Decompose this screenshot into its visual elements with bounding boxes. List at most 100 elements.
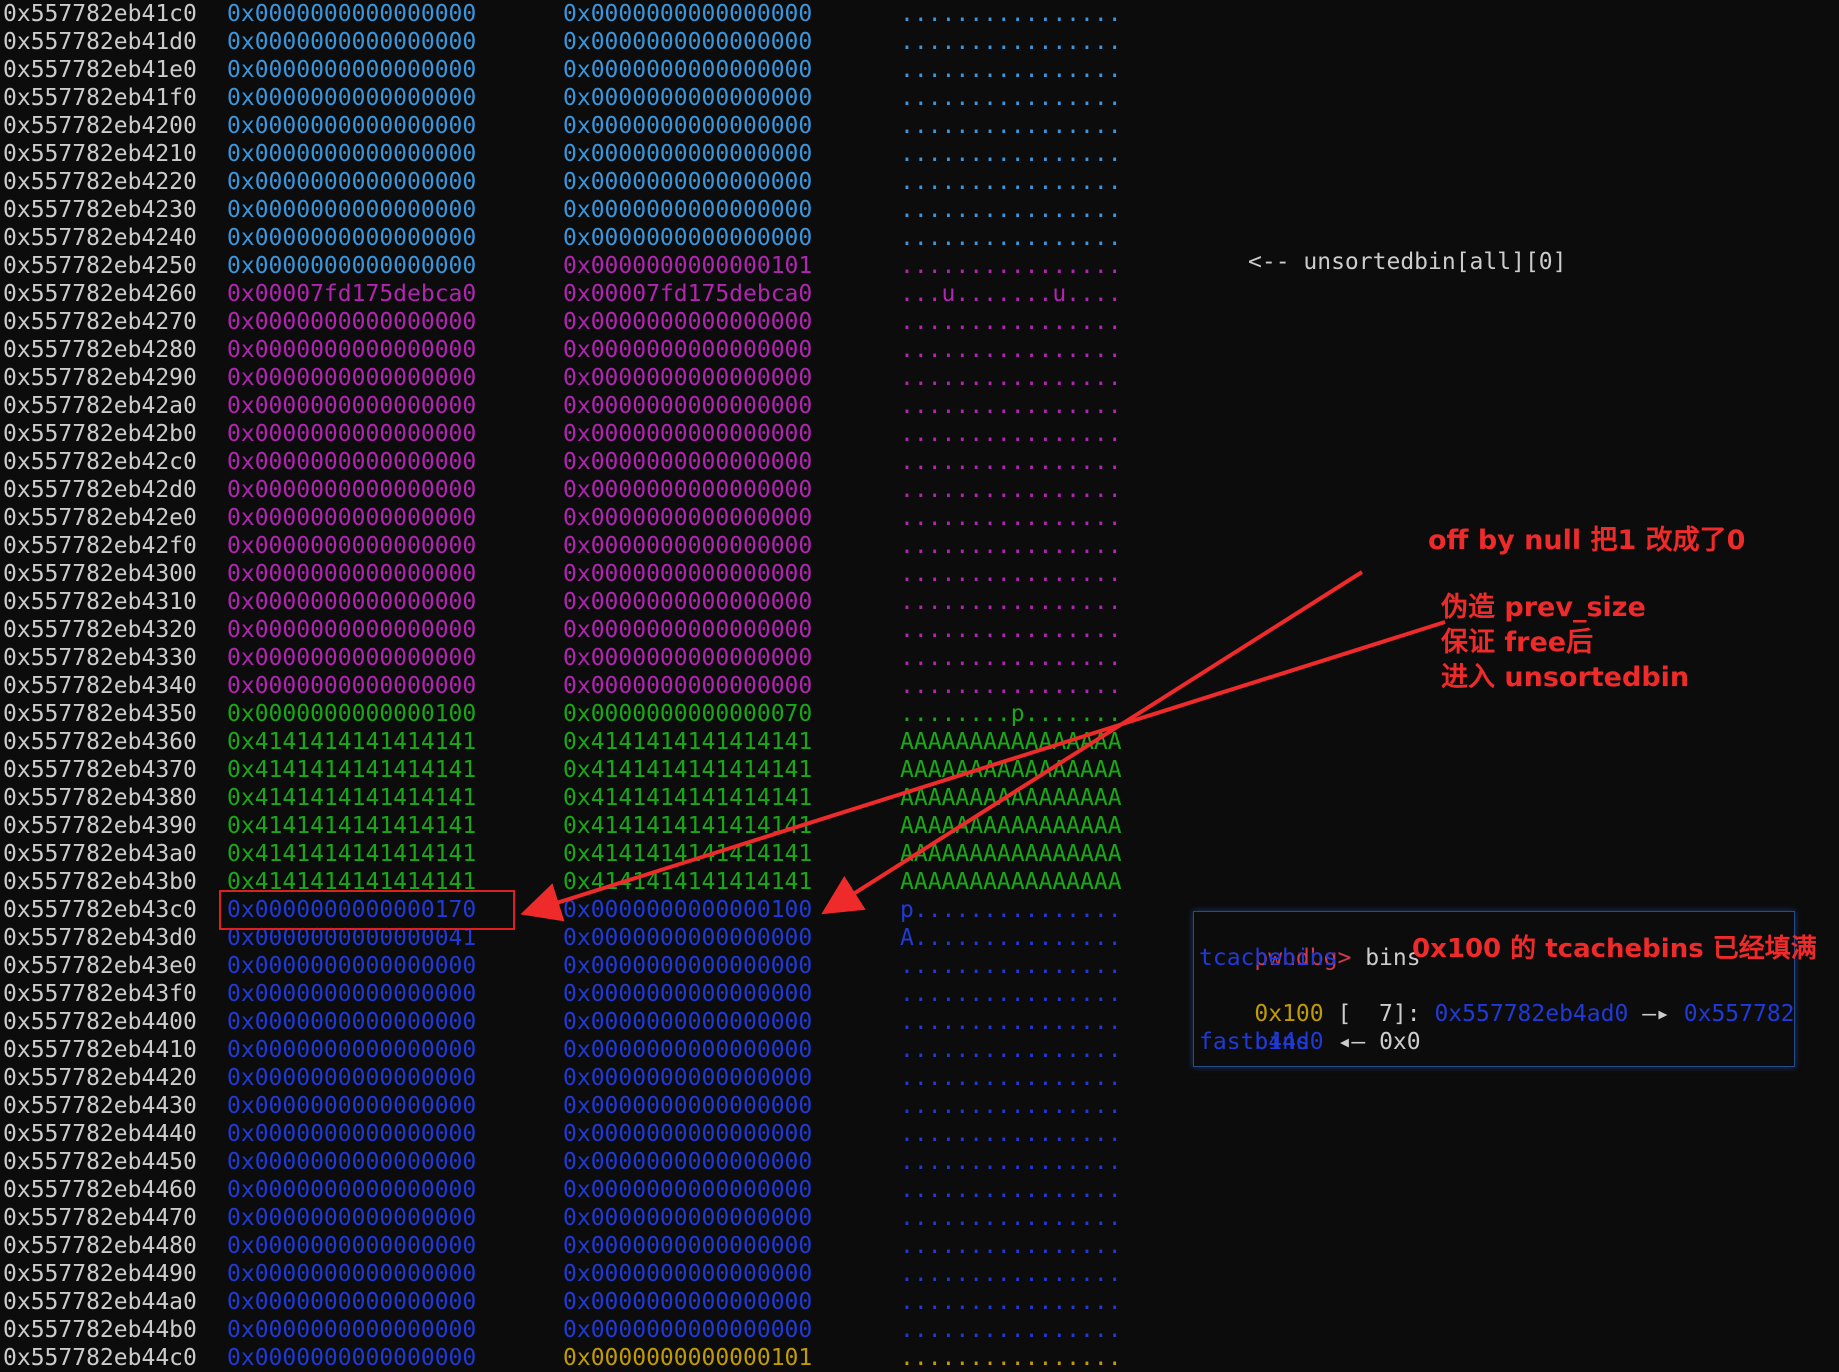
- row-qword-1: 0x0000000000000000: [227, 533, 477, 559]
- row-ascii: ................: [900, 309, 1122, 335]
- row-qword-2: 0x0000000000000000: [563, 1093, 813, 1119]
- row-ascii: ................: [900, 1233, 1122, 1259]
- row-ascii: ................: [900, 981, 1122, 1007]
- annotation-prev-size-line2: 保证 free后: [1441, 627, 1594, 658]
- memory-row: 0x557782eb4280 0x0000000000000000 0x000000…: [0, 336, 1150, 364]
- memory-row: 0x557782eb4330 0x0000000000000000 0x000000…: [0, 644, 1150, 672]
- row-qword-2: 0x0000000000000000: [563, 645, 813, 671]
- row-qword-2: 0x0000000000000000: [563, 1009, 813, 1035]
- memory-row: 0x557782eb43a0 0x4141414141414141 0x414141…: [0, 840, 1150, 868]
- memory-row: 0x557782eb4400 0x0000000000000000 0x000000…: [0, 1008, 1150, 1036]
- row-qword-1: 0x0000000000000000: [227, 253, 477, 279]
- memory-row: 0x557782eb43b0 0x4141414141414141 0x414141…: [0, 868, 1150, 896]
- row-ascii: ................: [900, 197, 1122, 223]
- row-qword-1: 0x0000000000000000: [227, 477, 477, 503]
- memory-row: 0x557782eb41d0 0x0000000000000000 0x000000…: [0, 28, 1150, 56]
- row-address: 0x557782eb42a0: [3, 393, 197, 419]
- row-qword-2: 0x0000000000000100: [563, 897, 813, 923]
- row-qword-2: 0x0000000000000000: [563, 141, 813, 167]
- memory-row: 0x557782eb4220 0x0000000000000000 0x000000…: [0, 168, 1150, 196]
- row-qword-2: 0x0000000000000000: [563, 1037, 813, 1063]
- row-qword-2: 0x00007fd175debca0: [563, 281, 813, 307]
- row-address: 0x557782eb4440: [3, 1121, 197, 1147]
- memory-row: 0x557782eb4200 0x0000000000000000 0x000000…: [0, 112, 1150, 140]
- row-ascii: ........p.......: [900, 701, 1122, 727]
- row-qword-1: 0x0000000000000000: [227, 1317, 477, 1343]
- row-qword-2: 0x0000000000000000: [563, 365, 813, 391]
- row-qword-2: 0x0000000000000000: [563, 981, 813, 1007]
- row-qword-1: 0x0000000000000000: [227, 365, 477, 391]
- row-ascii: ................: [900, 561, 1122, 587]
- memory-row: 0x557782eb4270 0x0000000000000000 0x000000…: [0, 308, 1150, 336]
- row-ascii: AAAAAAAAAAAAAAAA: [900, 785, 1122, 811]
- row-qword-2: 0x0000000000000000: [563, 85, 813, 111]
- row-ascii: ................: [900, 141, 1122, 167]
- row-address: 0x557782eb43a0: [3, 841, 197, 867]
- row-qword-1: 0x0000000000000000: [227, 1289, 477, 1315]
- row-ascii: ................: [900, 253, 1122, 279]
- row-qword-2: 0x0000000000000000: [563, 925, 813, 951]
- annotation-prev-size-line3: 进入 unsortedbin: [1441, 662, 1690, 693]
- row-address: 0x557782eb43c0: [3, 897, 197, 923]
- memory-row: 0x557782eb4360 0x4141414141414141 0x414141…: [0, 728, 1150, 756]
- memory-row: 0x557782eb4300 0x0000000000000000 0x000000…: [0, 560, 1150, 588]
- row-qword-2: 0x0000000000000000: [563, 1065, 813, 1091]
- memory-row: 0x557782eb44c0 0x0000000000000000 0x000000…: [0, 1344, 1150, 1372]
- row-qword-2: 0x0000000000000101: [563, 253, 813, 279]
- tcache-addr-2: 0x557782eb49: [1683, 1001, 1795, 1027]
- row-ascii: ................: [900, 645, 1122, 671]
- tcachebins-header: tcachebins: [1199, 945, 1338, 971]
- row-qword-2: 0x0000000000000000: [563, 113, 813, 139]
- row-qword-2: 0x4141414141414141: [563, 757, 813, 783]
- row-address: 0x557782eb4370: [3, 757, 197, 783]
- row-address: 0x557782eb4210: [3, 141, 197, 167]
- row-ascii: ................: [900, 1149, 1122, 1175]
- memory-row: 0x557782eb4430 0x0000000000000000 0x000000…: [0, 1092, 1150, 1120]
- memory-row: 0x557782eb4450 0x0000000000000000 0x000000…: [0, 1148, 1150, 1176]
- row-qword-1: 0x0000000000000000: [227, 1177, 477, 1203]
- memory-row: 0x557782eb43d0 0x0000000000000041 0x000000…: [0, 924, 1150, 952]
- row-qword-1: 0x0000000000000000: [227, 1121, 477, 1147]
- row-qword-2: 0x0000000000000000: [563, 1289, 813, 1315]
- row-address: 0x557782eb4260: [3, 281, 197, 307]
- row-ascii: ................: [900, 1, 1122, 27]
- row-address: 0x557782eb4490: [3, 1261, 197, 1287]
- memory-row: 0x557782eb4290 0x0000000000000000 0x000000…: [0, 364, 1150, 392]
- row-qword-2: 0x0000000000000000: [563, 29, 813, 55]
- row-qword-1: 0x0000000000000000: [227, 1065, 477, 1091]
- row-address: 0x557782eb43d0: [3, 925, 197, 951]
- row-ascii: ................: [900, 1121, 1122, 1147]
- annotation-prev-size-line1: 伪造 prev_size: [1441, 592, 1646, 623]
- row-address: 0x557782eb4250: [3, 253, 197, 279]
- row-address: 0x557782eb4350: [3, 701, 197, 727]
- tcache-arrow: —▸: [1642, 1001, 1670, 1027]
- memory-row: 0x557782eb4240 0x0000000000000000 0x000000…: [0, 224, 1150, 252]
- row-qword-2: 0x0000000000000000: [563, 505, 813, 531]
- row-address: 0x557782eb44c0: [3, 1345, 197, 1371]
- memory-row: 0x557782eb43e0 0x0000000000000000 0x000000…: [0, 952, 1150, 980]
- row-qword-1: 0x0000000000000000: [227, 561, 477, 587]
- row-ascii: ................: [900, 1289, 1122, 1315]
- row-qword-2: 0x0000000000000000: [563, 617, 813, 643]
- memory-row: 0x557782eb4420 0x0000000000000000 0x000000…: [0, 1064, 1150, 1092]
- memory-row: 0x557782eb41e0 0x0000000000000000 0x000000…: [0, 56, 1150, 84]
- row-qword-2: 0x4141414141414141: [563, 785, 813, 811]
- row-address: 0x557782eb4200: [3, 113, 197, 139]
- row-qword-2: 0x4141414141414141: [563, 813, 813, 839]
- row-address: 0x557782eb42e0: [3, 505, 197, 531]
- row-qword-2: 0x0000000000000000: [563, 533, 813, 559]
- row-ascii: ................: [900, 1177, 1122, 1203]
- row-address: 0x557782eb4470: [3, 1205, 197, 1231]
- row-address: 0x557782eb4390: [3, 813, 197, 839]
- row-qword-1: 0x0000000000000000: [227, 57, 477, 83]
- row-address: 0x557782eb4270: [3, 309, 197, 335]
- row-ascii: ................: [900, 1065, 1122, 1091]
- row-ascii: ................: [900, 421, 1122, 447]
- memory-row: 0x557782eb43f0 0x0000000000000000 0x000000…: [0, 980, 1150, 1008]
- row-address: 0x557782eb4430: [3, 1093, 197, 1119]
- memory-row: 0x557782eb4320 0x0000000000000000 0x000000…: [0, 616, 1150, 644]
- row-qword-2: 0x0000000000000000: [563, 673, 813, 699]
- row-qword-1: 0x4141414141414141: [227, 813, 477, 839]
- row-qword-1: 0x4141414141414141: [227, 757, 477, 783]
- memory-row: 0x557782eb42e0 0x0000000000000000 0x000000…: [0, 504, 1150, 532]
